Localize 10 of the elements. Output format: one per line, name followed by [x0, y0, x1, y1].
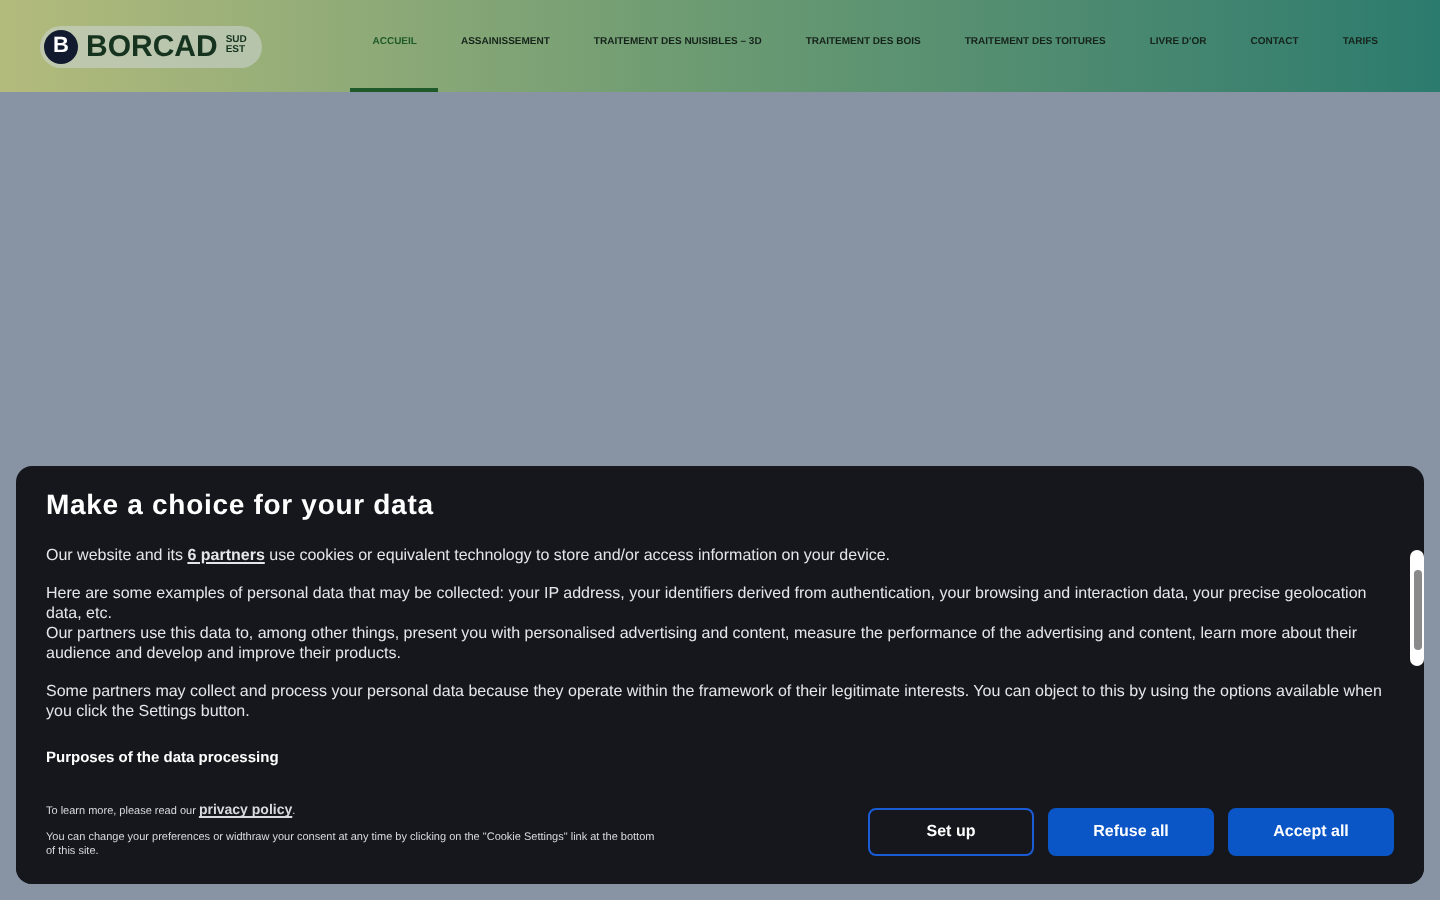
paragraph: Here are some examples of personal data that may be collected: your IP address, your identifiers derived from authentication, your browsing and interaction data, your precise geolocation data, etc. [46, 584, 1369, 624]
paragraph: Our partners use this data to, among other things, present you with personalised advertising and content, measure the performance of the advertising and content, learn more about their audience and develop and improve their products. [46, 624, 1359, 664]
scrollbar[interactable] [1410, 550, 1424, 666]
dialog-title: Make a choice for your data [46, 486, 436, 522]
consent-button[interactable]: Set up [868, 808, 1034, 856]
consent-button[interactable]: Refuse all [1048, 808, 1214, 856]
consent-button[interactable]: Accept all [1228, 808, 1394, 856]
paragraph: Our website and its 6 partners use cookies or equivalent technology to store and/or access information on your device. [46, 546, 893, 566]
partners-link[interactable]: 6 partners [187, 546, 265, 564]
paragraph: Some partners may collect and process your personal data because they operate within the framework of their legitimate interests. You can object to this by using the options available when you click the Settings button. [46, 682, 1384, 722]
